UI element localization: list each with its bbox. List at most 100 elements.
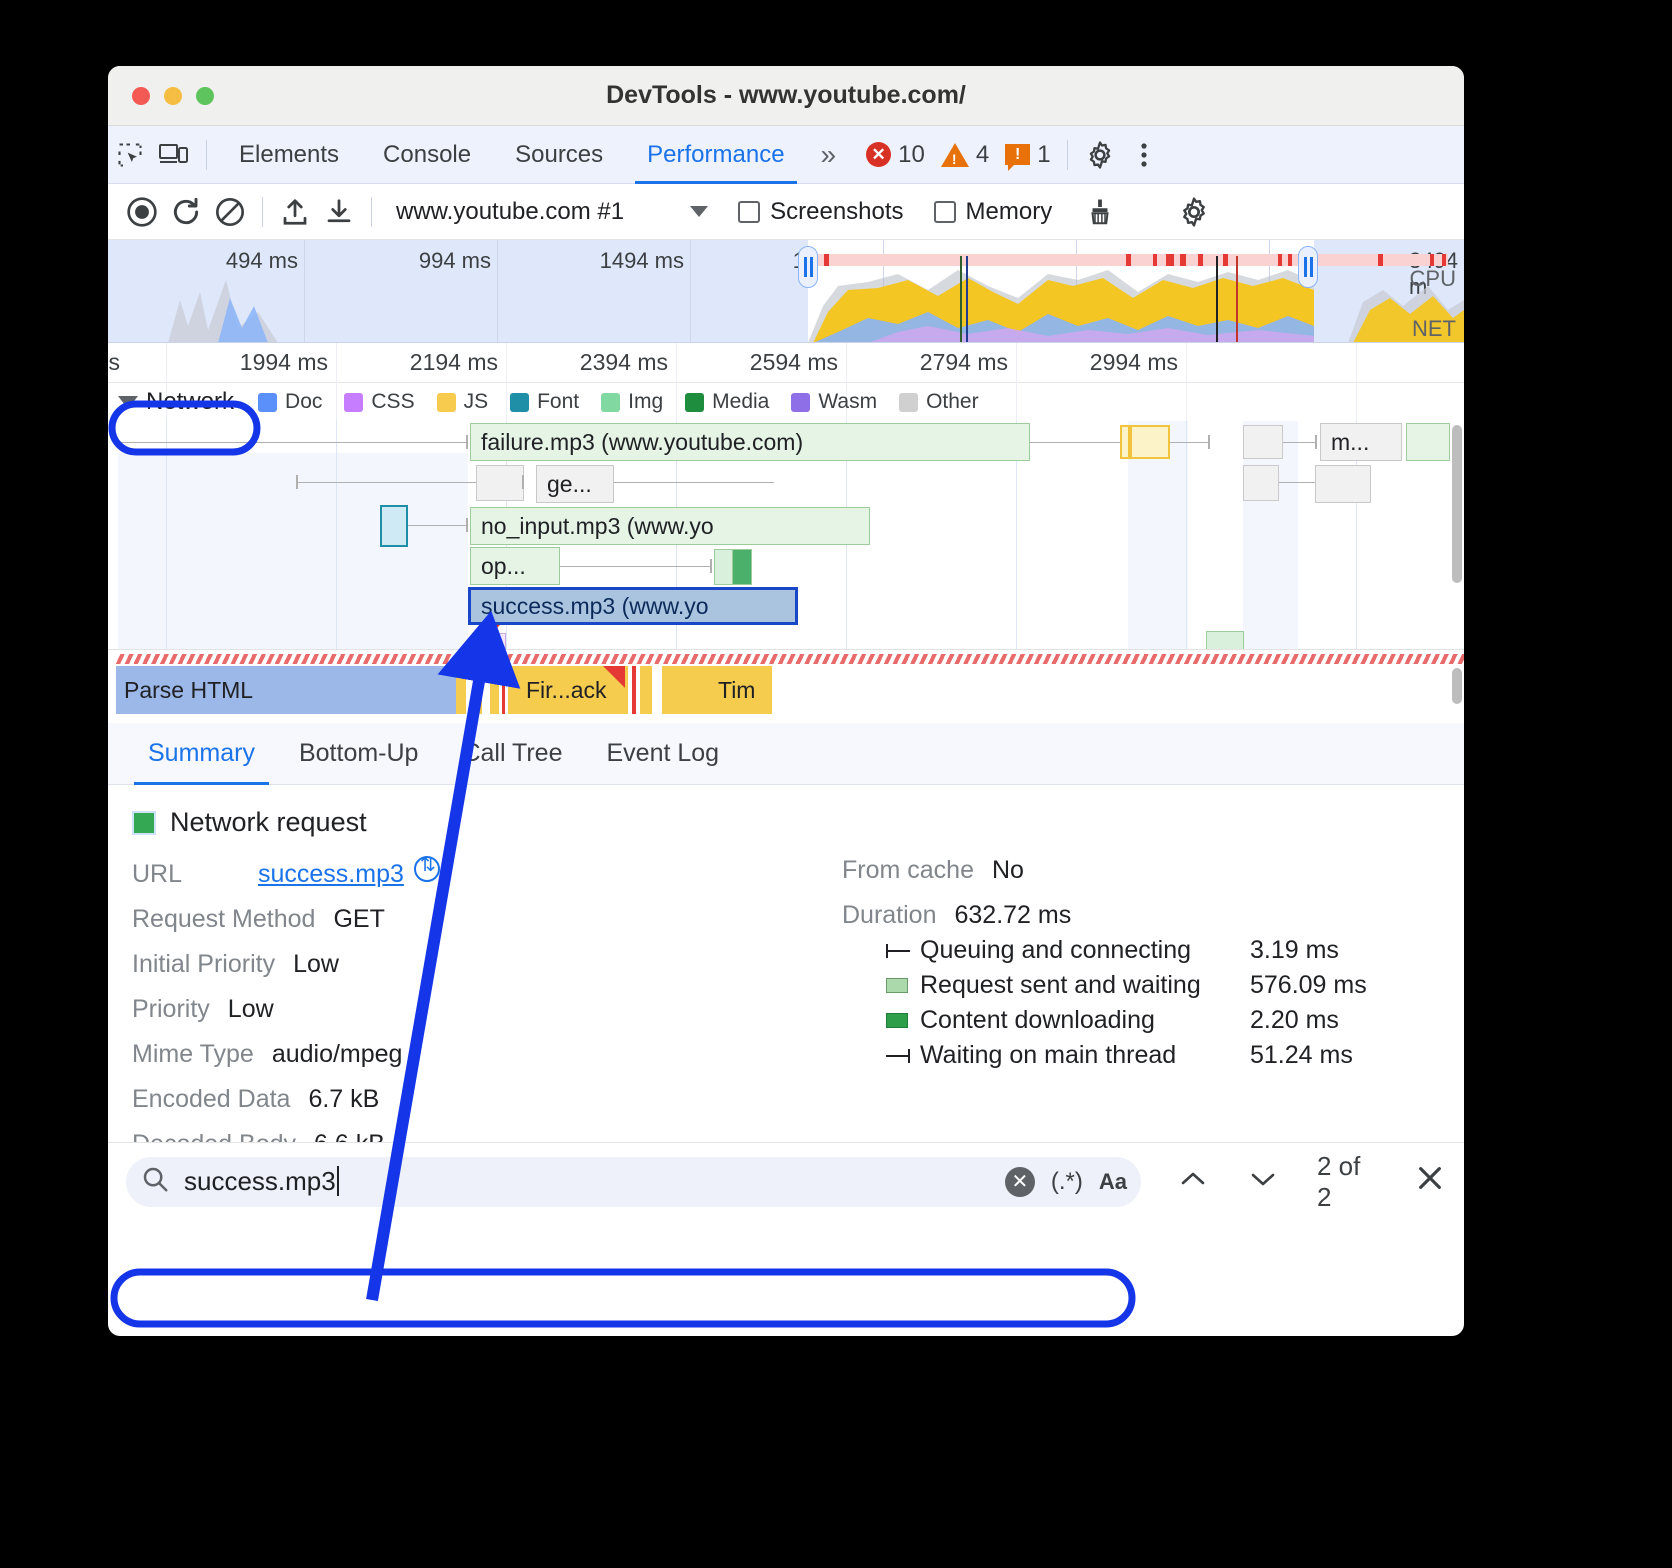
row-key: Priority <box>132 995 210 1024</box>
chevron-down-icon <box>690 206 708 217</box>
kebab-menu-icon[interactable] <box>1122 133 1166 177</box>
main-thread-event[interactable]: Fir...ack <box>516 666 607 714</box>
reload-record-icon[interactable] <box>164 190 208 234</box>
timeline-overview[interactable]: 494 ms 994 ms 1494 ms 1994 ms 2494 ms 29… <box>108 240 1464 343</box>
info-counter[interactable]: ! 1 <box>1005 141 1050 169</box>
tab-bottom-up[interactable]: Bottom-Up <box>277 723 440 785</box>
network-request-bar[interactable]: m... <box>1320 423 1402 461</box>
close-search-icon[interactable] <box>1414 1162 1446 1202</box>
performance-toolbar: www.youtube.com #1 Screenshots Memory <box>108 184 1464 240</box>
legend-item-js: JS <box>437 390 489 414</box>
overview-right-handle[interactable] <box>1298 246 1318 288</box>
perf-divider-2 <box>371 197 372 227</box>
clear-search-icon[interactable]: ✕ <box>1005 1167 1035 1197</box>
tab-sources[interactable]: Sources <box>493 126 625 184</box>
main-thread-event[interactable]: Tim <box>708 666 755 714</box>
summary-right-column: From cache No Duration 632.72 ms Queuing… <box>832 856 1440 1175</box>
more-tabs-icon[interactable]: » <box>807 126 851 184</box>
main-thread-track[interactable]: Parse HTML Fir...ack Tim <box>108 649 1464 723</box>
network-track-toggle[interactable]: Network <box>118 388 234 416</box>
row-value: 632.72 ms <box>955 901 1072 930</box>
summary-row-initial-priority: Initial Priority Low <box>132 950 832 979</box>
breakdown-label: Content downloading <box>920 1006 1250 1035</box>
long-task-stripe <box>116 654 1464 664</box>
breakdown-value: 2.20 ms <box>1250 1006 1339 1035</box>
breakdown-value: 3.19 ms <box>1250 936 1339 965</box>
reveal-in-network-icon[interactable] <box>414 856 440 882</box>
inspect-icon[interactable] <box>108 133 152 177</box>
legend-label: JS <box>464 390 489 414</box>
tab-performance[interactable]: Performance <box>625 126 806 184</box>
row-key: Encoded Data <box>132 1085 290 1114</box>
summary-row-from-cache: From cache No <box>842 856 1440 885</box>
tab-call-tree[interactable]: Call Tree <box>440 723 584 785</box>
device-toolbar-icon[interactable] <box>152 133 196 177</box>
network-request-bar[interactable]: failure.mp3 (www.youtube.com) <box>470 423 1030 461</box>
flame-vertical-scrollbar[interactable] <box>1452 425 1462 583</box>
parse-html-event[interactable]: Parse HTML <box>116 666 456 714</box>
tab-console[interactable]: Console <box>361 126 493 184</box>
memory-label: Memory <box>966 198 1053 226</box>
legend-swatch <box>685 393 704 412</box>
clear-icon[interactable] <box>208 190 252 234</box>
flame-tick: 2594 ms <box>750 349 846 376</box>
summary-heading-label: Network request <box>170 807 367 838</box>
network-request-bar-selected[interactable]: success.mp3 (www.yo <box>468 587 798 625</box>
profile-select[interactable]: www.youtube.com #1 <box>396 198 708 226</box>
network-track-label: Network <box>146 388 234 416</box>
search-input[interactable]: success.mp3 <box>184 1166 1005 1197</box>
row-value: Low <box>293 950 339 979</box>
url-link[interactable]: success.mp3 <box>258 860 404 889</box>
overview-left-handle[interactable] <box>798 246 818 288</box>
bracket-right-icon <box>886 1049 920 1063</box>
legend-item-media: Media <box>685 390 769 414</box>
network-request-bar[interactable] <box>1406 423 1450 461</box>
network-request-bar[interactable]: no_input.mp3 (www.yo <box>470 507 870 545</box>
tab-summary[interactable]: Summary <box>126 723 277 785</box>
checkbox-box <box>738 201 760 223</box>
download-profile-icon[interactable] <box>317 190 361 234</box>
summary-heading: Network request <box>132 807 1440 838</box>
legend-label: Font <box>537 390 579 414</box>
record-icon[interactable] <box>120 190 164 234</box>
tab-event-log[interactable]: Event Log <box>585 723 742 785</box>
info-icon: ! <box>1005 144 1030 165</box>
network-request-bar[interactable] <box>1315 465 1371 503</box>
warning-counter[interactable]: ! 4 <box>941 141 989 169</box>
capture-settings-icon[interactable] <box>1172 190 1216 234</box>
summary-row-duration: Duration 632.72 ms <box>842 901 1440 930</box>
screenshots-label: Screenshots <box>770 198 903 226</box>
tab-elements[interactable]: Elements <box>217 126 361 184</box>
search-field[interactable]: success.mp3 ✕ (.*) Aa <box>126 1157 1141 1207</box>
network-request-bar[interactable]: ge... <box>536 465 614 503</box>
regex-toggle[interactable]: (.*) <box>1051 1168 1083 1196</box>
main-thread-scrollbar[interactable] <box>1452 668 1462 704</box>
info-count: 1 <box>1037 141 1050 169</box>
legend-label: Other <box>926 390 979 414</box>
error-counter[interactable]: ✕ 10 <box>866 141 925 169</box>
screenshots-checkbox[interactable]: Screenshots <box>738 198 903 226</box>
network-request-bar[interactable]: op... <box>470 547 560 585</box>
legend-item-font: Font <box>510 390 579 414</box>
legend-label: Media <box>712 390 769 414</box>
row-key: Initial Priority <box>132 950 275 979</box>
flame-chart-area[interactable]: s 1994 ms 2194 ms 2394 ms 2594 ms 2794 m… <box>108 343 1464 723</box>
legend-swatch <box>601 393 620 412</box>
breakdown-label: Request sent and waiting <box>920 971 1250 1000</box>
memory-checkbox[interactable]: Memory <box>934 198 1053 226</box>
search-next-icon[interactable] <box>1245 1165 1281 1199</box>
search-prev-icon[interactable] <box>1175 1165 1211 1199</box>
row-value: Low <box>228 995 274 1024</box>
upload-profile-icon[interactable] <box>273 190 317 234</box>
toolbar-divider-2 <box>1067 140 1068 170</box>
collect-garbage-icon[interactable] <box>1078 190 1122 234</box>
summary-row-url: URL success.mp3 <box>132 856 832 889</box>
gear-icon[interactable] <box>1078 133 1122 177</box>
match-case-toggle[interactable]: Aa <box>1099 1169 1127 1195</box>
devtools-tabbar: Elements Console Sources Performance » ✕… <box>108 126 1464 184</box>
search-icon <box>140 1164 170 1199</box>
text-caret <box>337 1166 339 1196</box>
error-icon: ✕ <box>866 142 891 167</box>
legend-item-css: CSS <box>344 390 414 414</box>
light-green-swatch-icon <box>886 978 920 993</box>
